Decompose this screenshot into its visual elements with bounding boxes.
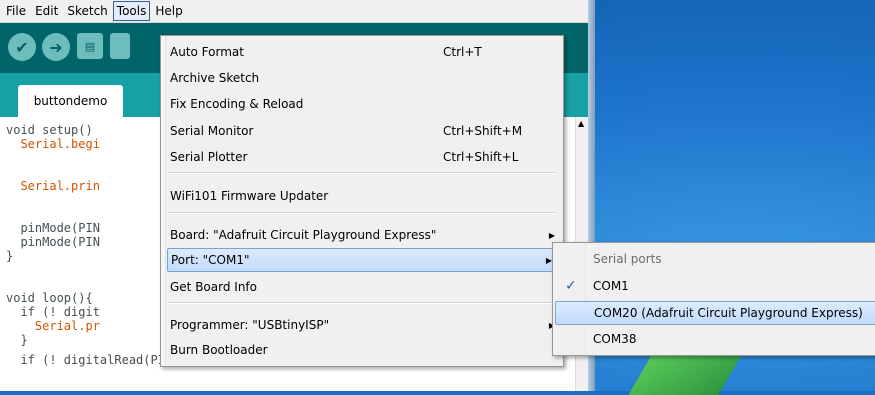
menu-tools[interactable]: Tools [112, 1, 151, 21]
verify-button[interactable]: ✔ [8, 33, 36, 61]
menu-item-shortcut: Ctrl+Shift+L [443, 150, 519, 164]
port-submenu: Serial ports ✓ COM1 COM20 (Adafruit Circ… [552, 242, 875, 356]
menu-item-get-board-info[interactable]: Get Board Info [167, 275, 561, 299]
desktop-logo-fragment [628, 355, 742, 395]
open-button[interactable] [110, 33, 130, 59]
menu-item-serial-monitor[interactable]: Serial Monitor Ctrl+Shift+M [167, 119, 561, 143]
tools-menu: Auto Format Ctrl+T Archive Sketch Fix En… [160, 35, 564, 367]
menu-item-serial-plotter[interactable]: Serial Plotter Ctrl+Shift+L [167, 145, 561, 169]
menu-item-label: Port: "COM1" [171, 253, 250, 267]
menu-item-label: Programmer: "USBtinyISP" [170, 318, 330, 332]
new-file-icon: ▤ [84, 39, 96, 53]
tab-buttondemo[interactable]: buttondemo [18, 85, 123, 117]
menu-bar: File Edit Sketch Tools Help [0, 0, 590, 23]
menu-file[interactable]: File [2, 1, 30, 21]
menu-item-label: Get Board Info [170, 280, 257, 294]
submenu-arrow-icon: ▶ [548, 230, 555, 240]
code-line: pinMode(PIN [6, 235, 100, 249]
menu-item-label: Fix Encoding & Reload [170, 97, 304, 111]
menu-item-shortcut: Ctrl+Shift+M [443, 124, 523, 138]
menu-gutter [161, 36, 166, 366]
arrow-right-icon: ➜ [49, 37, 63, 57]
checkmark-icon: ✓ [565, 278, 577, 294]
code-line: if (! digit [6, 305, 100, 319]
menu-item-archive-sketch[interactable]: Archive Sketch [167, 66, 561, 90]
menu-item-programmer[interactable]: Programmer: "USBtinyISP" ▶ [167, 313, 561, 337]
menu-separator [167, 302, 557, 304]
port-item-label: COM20 (Adafruit Circuit Playground Expre… [594, 306, 863, 320]
port-item-com20[interactable]: COM20 (Adafruit Circuit Playground Expre… [555, 301, 875, 325]
menu-item-label: Board: "Adafruit Circuit Playground Expr… [170, 228, 437, 242]
menu-item-port[interactable]: Port: "COM1" ▶ [167, 248, 559, 272]
code-line: Serial.prin [6, 179, 100, 193]
upload-button[interactable]: ➜ [42, 33, 70, 61]
menu-item-label: Serial Plotter [170, 150, 248, 164]
code-line: pinMode(PIN [6, 221, 100, 235]
menu-item-auto-format[interactable]: Auto Format Ctrl+T [167, 40, 561, 64]
menu-item-shortcut: Ctrl+T [443, 45, 482, 59]
menu-item-label: Burn Bootloader [170, 343, 268, 357]
menu-item-label: WiFi101 Firmware Updater [170, 189, 329, 203]
menu-item-board[interactable]: Board: "Adafruit Circuit Playground Expr… [167, 223, 561, 247]
menu-item-label: Archive Sketch [170, 71, 260, 85]
check-icon: ✔ [15, 37, 29, 57]
code-line: Serial.pr [6, 319, 100, 333]
code-line: } [6, 249, 14, 263]
menu-sketch[interactable]: Sketch [63, 1, 111, 21]
menu-separator [167, 172, 557, 174]
menu-item-fix-encoding[interactable]: Fix Encoding & Reload [167, 92, 561, 116]
menu-item-label: Serial Monitor [170, 124, 254, 138]
menu-edit[interactable]: Edit [31, 1, 62, 21]
menu-item-wifi101-updater[interactable]: WiFi101 Firmware Updater [167, 184, 561, 208]
code-line: void loop(){ [6, 291, 93, 305]
port-item-label: COM1 [593, 279, 629, 293]
scroll-up-arrow-icon[interactable]: ▲ [578, 119, 584, 128]
submenu-header-label: Serial ports [593, 252, 662, 266]
new-button[interactable]: ▤ [77, 33, 103, 59]
menu-help[interactable]: Help [151, 1, 186, 21]
submenu-header: Serial ports [555, 247, 875, 271]
port-item-com38[interactable]: COM38 [555, 327, 875, 351]
menu-item-burn-bootloader[interactable]: Burn Bootloader [167, 338, 561, 362]
code-line: Serial.begi [6, 137, 100, 151]
code-line: void setup() [6, 123, 93, 137]
menu-item-label: Auto Format [170, 45, 244, 59]
port-item-label: COM38 [593, 332, 637, 346]
port-item-com1[interactable]: ✓ COM1 [555, 274, 875, 298]
menu-separator [167, 212, 557, 214]
code-line: } [6, 333, 28, 347]
